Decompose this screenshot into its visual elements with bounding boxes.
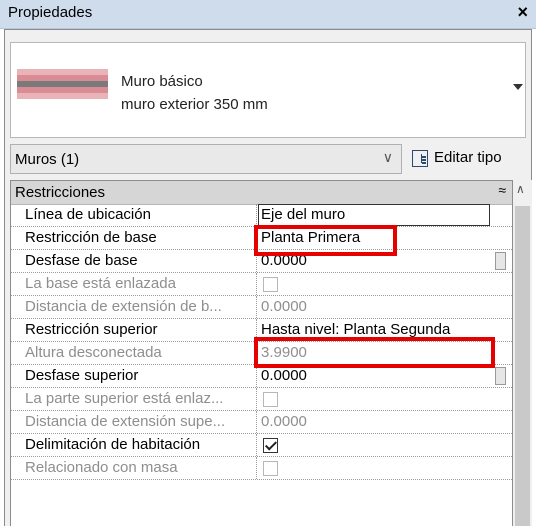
property-row-base-enlazada: La base está enlazada: [11, 273, 512, 296]
property-row-desfase-base[interactable]: Desfase de base 0.0000: [11, 250, 512, 273]
property-row-base-extension: Distancia de extensión de b... 0.0000: [11, 296, 512, 319]
panel-title: Propiedades: [8, 4, 93, 21]
section-label: Restricciones: [15, 184, 106, 201]
top-offset-value[interactable]: 0.0000: [259, 365, 511, 387]
room-bounding-checkbox[interactable]: [263, 438, 278, 453]
type-dropdown-arrow-icon[interactable]: [513, 84, 523, 90]
base-offset-value[interactable]: 0.0000: [259, 250, 511, 272]
edit-type-button[interactable]: Editar tipo: [410, 146, 526, 174]
section-header-restricciones[interactable]: Restricciones ≈: [11, 181, 512, 205]
base-extension-value: 0.0000: [261, 298, 307, 315]
location-line-field[interactable]: Eje del muro: [258, 204, 490, 226]
property-name: Distancia de extensión de b...: [11, 296, 257, 318]
scroll-up-arrow-icon[interactable]: ∧: [516, 182, 525, 196]
property-name: La base está enlazada: [11, 273, 257, 295]
property-name: Desfase superior: [11, 365, 257, 387]
property-name: Distancia de extensión supe...: [11, 411, 257, 433]
property-row-restriccion-superior[interactable]: Restricción superior Hasta nivel: Planta…: [11, 319, 512, 342]
unconnected-height-value: 3.9900: [261, 344, 307, 361]
base-attached-checkbox: [263, 277, 278, 292]
filter-selected-value: Muros (1): [15, 151, 80, 168]
properties-titlebar: Propiedades ×: [0, 0, 536, 29]
property-name: Restricción superior: [11, 319, 257, 341]
top-attached-checkbox: [263, 392, 278, 407]
property-row-delimitacion-habitacion[interactable]: Delimitación de habitación: [11, 434, 512, 457]
property-row-superior-enlazada: La parte superior está enlaz...: [11, 388, 512, 411]
property-row-linea-ubicacion[interactable]: Línea de ubicación Eje del muro: [11, 204, 512, 227]
property-name: Altura desconectada: [11, 342, 257, 364]
scrollbar-thumb[interactable]: [515, 206, 530, 526]
property-name: Restricción de base: [11, 227, 257, 249]
instance-filter-dropdown[interactable]: Muros (1) ∨: [10, 144, 402, 174]
chevron-down-icon: ∨: [382, 149, 393, 165]
spinner-control[interactable]: [495, 252, 506, 270]
type-selector[interactable]: Muro básico muro exterior 350 mm: [10, 42, 526, 138]
properties-grid: Restricciones ≈ Línea de ubicación Eje d…: [10, 180, 513, 526]
filter-row: Muros (1) ∨ Editar tipo: [10, 144, 526, 176]
property-row-relacionado-masa: Relacionado con masa: [11, 457, 512, 480]
edit-type-icon: [412, 150, 428, 167]
related-to-mass-checkbox: [263, 461, 278, 476]
property-name: La parte superior está enlaz...: [11, 388, 257, 410]
property-name: Relacionado con masa: [11, 457, 257, 479]
property-name: Delimitación de habitación: [11, 434, 257, 456]
top-extension-value: 0.0000: [261, 413, 307, 430]
collapse-icon[interactable]: ≈: [498, 182, 506, 198]
edit-type-label: Editar tipo: [434, 149, 502, 166]
property-name: Desfase de base: [11, 250, 257, 272]
spinner-control[interactable]: [495, 367, 506, 385]
top-constraint-value[interactable]: Hasta nivel: Planta Segunda: [259, 319, 511, 341]
wall-family-name: Muro básico: [121, 73, 203, 90]
wall-preview-icon: [17, 49, 108, 131]
property-row-top-extension: Distancia de extensión supe... 0.0000: [11, 411, 512, 434]
property-row-altura-desconectada: Altura desconectada 3.9900: [11, 342, 512, 365]
property-name: Línea de ubicación: [11, 204, 257, 226]
wall-type-name: muro exterior 350 mm: [121, 96, 268, 113]
vertical-scrollbar[interactable]: ∧: [513, 180, 532, 526]
base-constraint-value[interactable]: Planta Primera: [259, 227, 511, 249]
property-row-desfase-superior[interactable]: Desfase superior 0.0000: [11, 365, 512, 388]
close-icon[interactable]: ×: [517, 2, 528, 23]
property-row-restriccion-base[interactable]: Restricción de base Planta Primera: [11, 227, 512, 250]
